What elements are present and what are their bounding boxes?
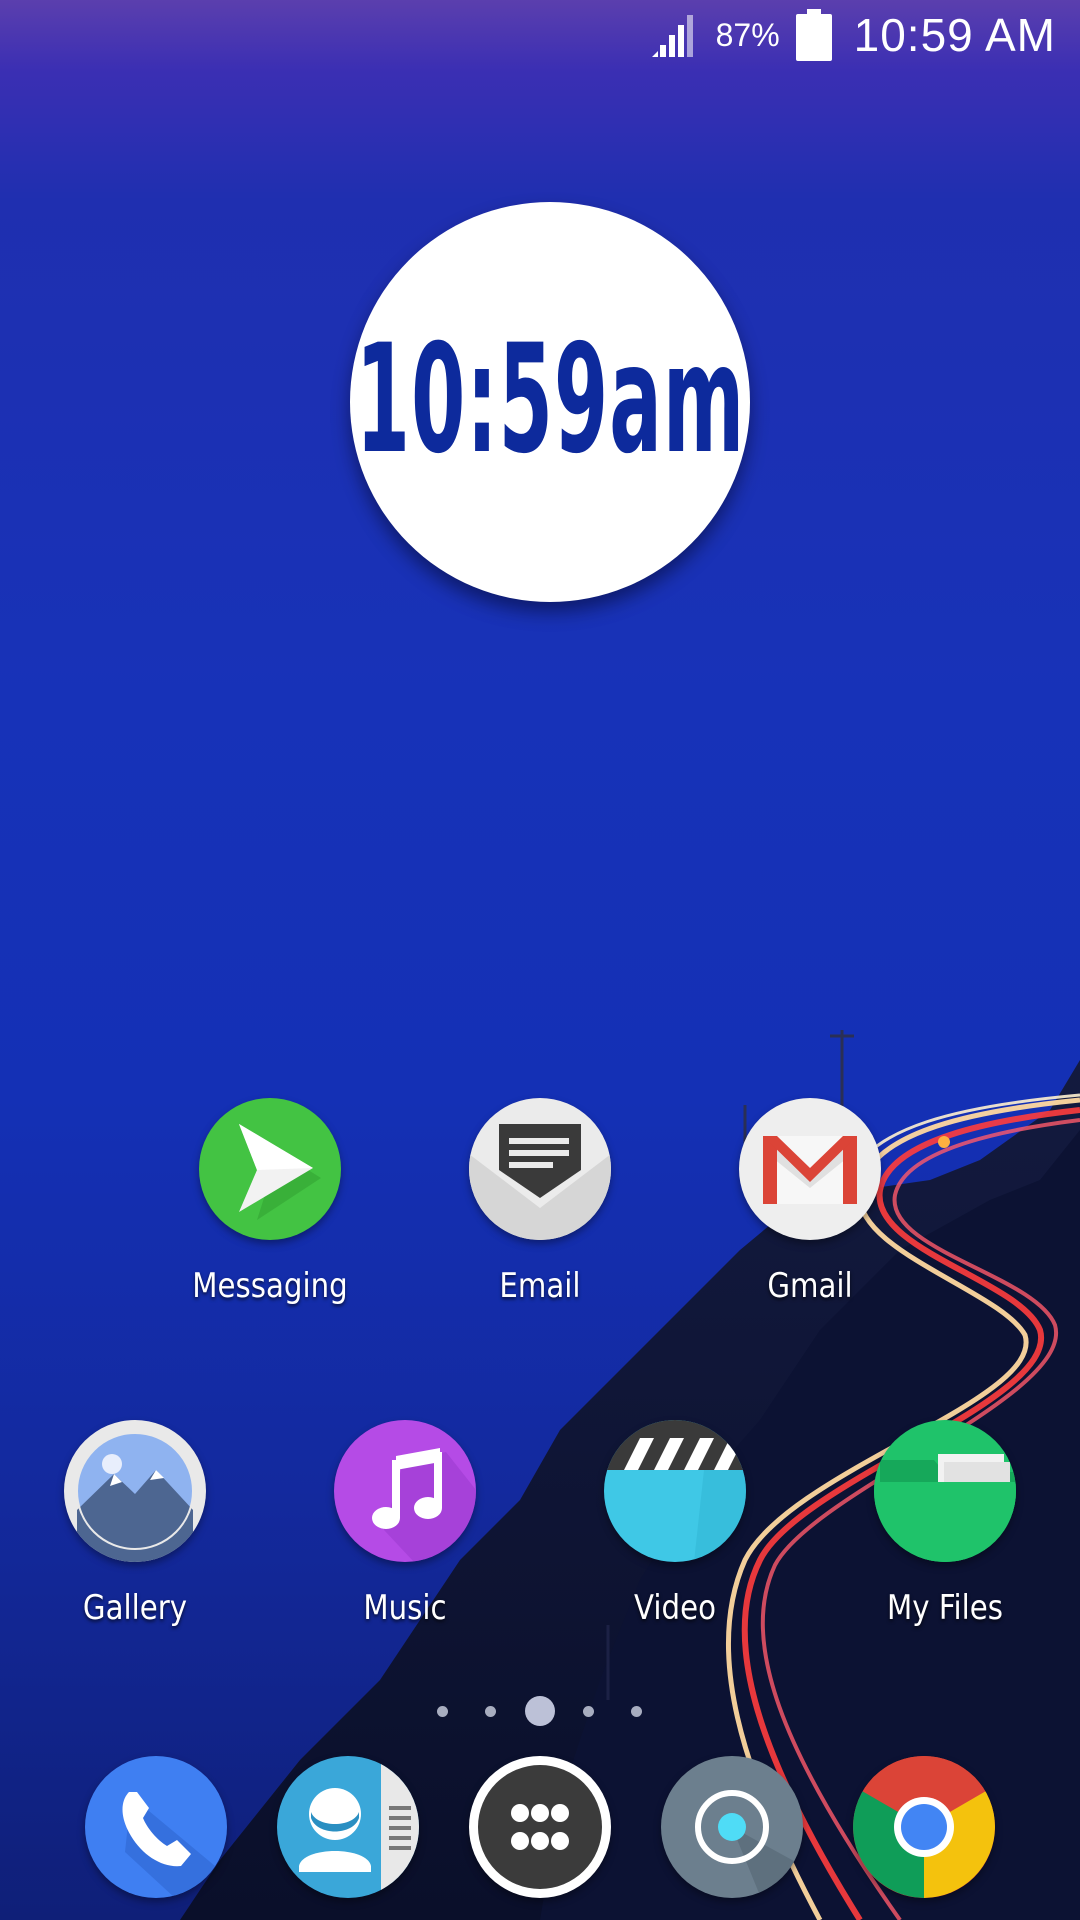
app-label: Video (634, 1588, 716, 1628)
app-label: Email (499, 1266, 581, 1306)
dock-contacts[interactable] (277, 1756, 419, 1898)
video-icon (604, 1420, 746, 1562)
camera-icon (695, 1790, 803, 1898)
app-label: Gallery (82, 1588, 188, 1628)
page-dot[interactable] (583, 1706, 594, 1717)
battery-icon (795, 9, 832, 61)
gallery-icon (64, 1420, 206, 1562)
folder-icon (874, 1420, 1016, 1562)
page-dot[interactable] (485, 1706, 496, 1717)
gmail-icon (739, 1098, 881, 1240)
app-drawer-icon (478, 1765, 602, 1889)
contacts-icon (299, 1756, 419, 1898)
page-dot[interactable] (631, 1706, 642, 1717)
page-indicator (0, 1696, 1080, 1726)
music-icon (334, 1420, 476, 1562)
chrome-icon (853, 1756, 995, 1898)
app-label: Music (363, 1588, 447, 1628)
battery-percent: 87% (715, 16, 780, 53)
dock-camera[interactable] (661, 1756, 803, 1898)
signal-icon (651, 15, 693, 57)
app-label: My Files (887, 1588, 1003, 1628)
dock-phone[interactable] (85, 1756, 227, 1898)
messaging-icon (199, 1098, 341, 1240)
app-label: Messaging (192, 1266, 348, 1306)
app-messaging[interactable]: Messaging (170, 1098, 370, 1306)
clock-widget[interactable]: 10:59am (350, 202, 750, 602)
app-video[interactable]: Video (575, 1420, 775, 1628)
app-my-files[interactable]: My Files (845, 1420, 1045, 1628)
email-icon (469, 1098, 611, 1240)
app-gmail[interactable]: Gmail (710, 1098, 910, 1306)
page-dot[interactable] (437, 1706, 448, 1717)
clock-widget-time: 10:59am (355, 313, 745, 487)
app-label: Gmail (767, 1266, 853, 1306)
app-email[interactable]: Email (440, 1098, 640, 1306)
phone-icon (122, 1792, 227, 1898)
app-gallery[interactable]: Gallery (35, 1420, 235, 1628)
page-dot-current[interactable] (525, 1696, 555, 1726)
dock-chrome[interactable] (853, 1756, 995, 1898)
status-time: 10:59 AM (853, 9, 1056, 61)
status-bar: 87% 10:59 AM (0, 0, 1080, 70)
app-music[interactable]: Music (305, 1420, 505, 1628)
dock-app-drawer[interactable] (469, 1756, 611, 1898)
